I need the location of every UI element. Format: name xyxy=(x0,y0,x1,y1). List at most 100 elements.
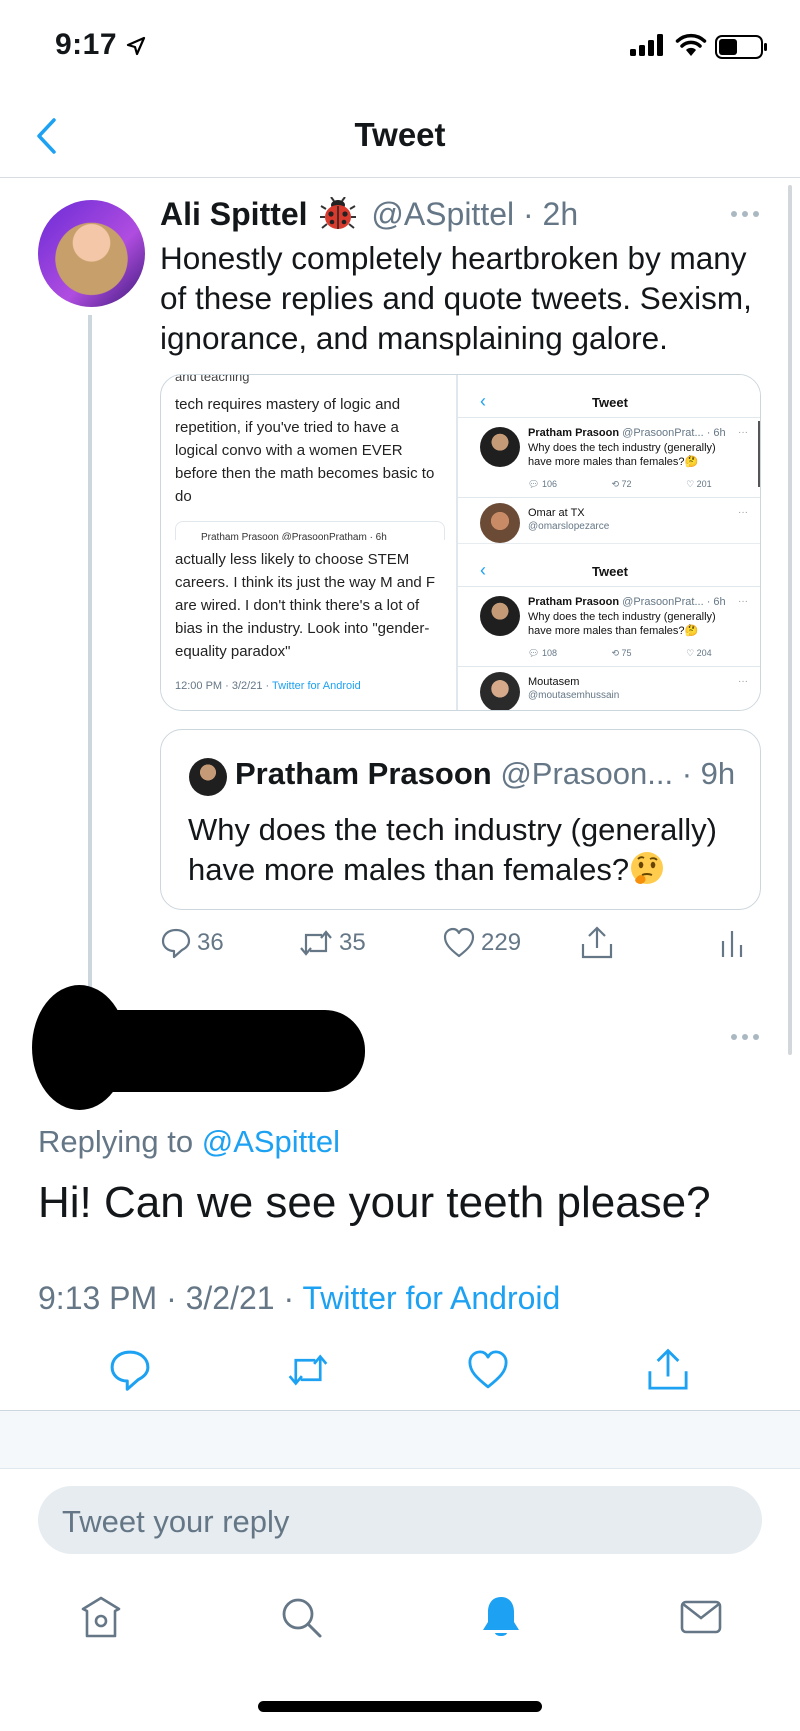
analytics-icon xyxy=(721,931,743,957)
page-title: Tweet xyxy=(354,116,446,153)
signal-icon xyxy=(630,34,663,56)
like-icon xyxy=(443,927,475,958)
reply-source-link[interactable]: Twitter for Android xyxy=(302,1280,560,1316)
tweet-actions: 36 35 229 xyxy=(160,922,780,964)
reply-icon xyxy=(161,928,191,959)
media-text: tech requires mastery of logic and repet… xyxy=(175,396,435,505)
reply-input[interactable]: Tweet your reply xyxy=(38,1486,762,1554)
more-options-icon[interactable] xyxy=(730,1030,760,1044)
thread-line xyxy=(88,315,92,990)
retweet-icon[interactable] xyxy=(286,1348,330,1392)
search-icon[interactable] xyxy=(278,1594,324,1640)
replying-to: Replying to @ASpittel xyxy=(38,1124,340,1160)
retweet-count: ⟲ 75 xyxy=(611,648,632,658)
more-options-icon: ··· xyxy=(738,596,748,607)
thinking-face-icon xyxy=(631,852,664,884)
reply-count: 36 xyxy=(197,929,224,956)
more-options-icon: ··· xyxy=(738,676,748,687)
analytics-button[interactable] xyxy=(720,922,744,964)
media-crop-text: and teaching xyxy=(175,374,250,384)
share-icon[interactable] xyxy=(646,1348,690,1392)
media-panel-text: Why does the tech industry (generally) h… xyxy=(528,442,716,468)
avatar xyxy=(189,758,227,796)
share-button[interactable] xyxy=(580,922,614,964)
like-button[interactable]: 229 xyxy=(442,922,521,964)
like-count: ♡ 201 xyxy=(686,479,712,489)
share-icon xyxy=(581,926,613,959)
media-panel-stats: 💬︎ 108 ⟲ 75 ♡ 204 ⇪ xyxy=(528,648,760,659)
wifi-icon xyxy=(675,33,707,56)
battery-icon xyxy=(715,35,767,59)
like-count: ♡ 204 xyxy=(686,648,712,658)
nav-bar: Tweet xyxy=(0,100,800,178)
media-screenshot-panel: ‹ Tweet Pratham Prasoon @PrasoonPrat... … xyxy=(458,375,760,543)
media-panel-name: Pratham Prasoon xyxy=(528,427,620,439)
media-panel-next-name: Omar at TX xyxy=(528,507,585,519)
scroll-indicator[interactable] xyxy=(788,185,792,1055)
quoted-author-handle: @Prasoon... xyxy=(500,756,674,791)
divider xyxy=(458,417,760,418)
avatar[interactable] xyxy=(38,200,145,307)
reply-button[interactable]: 36 xyxy=(160,922,224,964)
divider xyxy=(458,497,760,498)
reply-tweet-meta: 9:13 PM · 3/2/21 · Twitter for Android xyxy=(38,1280,560,1317)
media-panel-title: Tweet xyxy=(592,564,628,579)
media-footer-source: Twitter for Android xyxy=(272,680,361,692)
home-icon[interactable] xyxy=(78,1594,124,1640)
section-spacer xyxy=(0,1411,800,1469)
media-panel-author: Pratham Prasoon @PrasoonPrat... · 6h xyxy=(528,427,726,439)
media-footer: 12:00 PM · 3/2/21 · Twitter for Android xyxy=(175,680,361,692)
quoted-tweet[interactable]: Pratham Prasoon @Prasoon... · 9h Why doe… xyxy=(160,729,761,910)
media-panel-next-name: Moutasem xyxy=(528,676,580,688)
avatar xyxy=(480,596,520,636)
status-time: 9:17 xyxy=(55,28,118,61)
notifications-icon[interactable] xyxy=(478,1594,524,1640)
avatar xyxy=(480,427,520,467)
media-panel-next-handle: @omarslopezarce xyxy=(528,521,610,532)
reply-tweet-actions xyxy=(0,1348,800,1398)
reply-count: 💬︎ 108 xyxy=(528,648,557,658)
avatar xyxy=(480,503,520,543)
quoted-author-name: Pratham Prasoon xyxy=(235,756,492,791)
quoted-tweet-header: Pratham Prasoon @Prasoon... · 9h xyxy=(235,756,735,792)
retweet-count: ⟲ 72 xyxy=(611,479,632,489)
tab-bar xyxy=(0,1590,800,1650)
media-panel-next-handle: @moutasemhussain xyxy=(528,690,620,701)
tweet-author-name[interactable]: Ali Spittel xyxy=(160,196,308,232)
avatar xyxy=(480,672,520,710)
tweet-media[interactable]: and teaching tech requires mastery of lo… xyxy=(160,374,761,711)
quoted-timestamp: · 9h xyxy=(681,756,736,791)
media-panel-handle: @PrasoonPrat... · 6h xyxy=(622,596,726,608)
home-indicator[interactable] xyxy=(258,1701,542,1712)
media-panel-text: Why does the tech industry (generally) h… xyxy=(528,611,716,637)
more-options-icon[interactable] xyxy=(730,207,760,221)
divider xyxy=(458,666,760,667)
tweet-timestamp: · 2h xyxy=(523,196,579,232)
more-options-icon: ··· xyxy=(738,427,748,438)
media-footer-time: 12:00 PM · 3/2/21 · xyxy=(175,680,273,692)
media-image-left[interactable]: and teaching tech requires mastery of lo… xyxy=(161,374,456,710)
media-image-right[interactable]: ‹ Tweet Pratham Prasoon @PrasoonPrat... … xyxy=(458,375,760,710)
retweet-icon xyxy=(300,930,332,956)
reply-icon[interactable] xyxy=(108,1348,152,1392)
scrollbar xyxy=(758,421,760,487)
media-panel-stats: 💬︎ 106 ⟲ 72 ♡ 201 ⇪ xyxy=(528,479,760,490)
location-arrow-icon xyxy=(126,36,146,56)
replying-to-link[interactable]: @ASpittel xyxy=(202,1124,340,1159)
reply-timestamp: 9:13 PM · 3/2/21 · xyxy=(38,1280,303,1316)
divider xyxy=(458,586,760,587)
reply-tweet-text: Hi! Can we see your teeth please? xyxy=(38,1178,711,1227)
retweet-count: 35 xyxy=(339,929,366,956)
quoted-tweet-text: Why does the tech industry (generally) h… xyxy=(188,810,748,890)
messages-icon[interactable] xyxy=(678,1594,724,1640)
ladybug-icon xyxy=(320,197,357,229)
like-count: 229 xyxy=(481,929,522,956)
status-bar: 9:17 xyxy=(0,0,800,100)
tweet-handle[interactable]: @ASpittel xyxy=(371,196,514,232)
like-icon[interactable] xyxy=(466,1348,510,1392)
media-panel-title: Tweet xyxy=(592,395,628,410)
redacted-author-name xyxy=(60,1010,365,1092)
retweet-button[interactable]: 35 xyxy=(298,922,366,964)
media-panel-handle: @PrasoonPrat... · 6h xyxy=(622,427,726,439)
media-panel-author: Pratham Prasoon @PrasoonPrat... · 6h xyxy=(528,596,726,608)
